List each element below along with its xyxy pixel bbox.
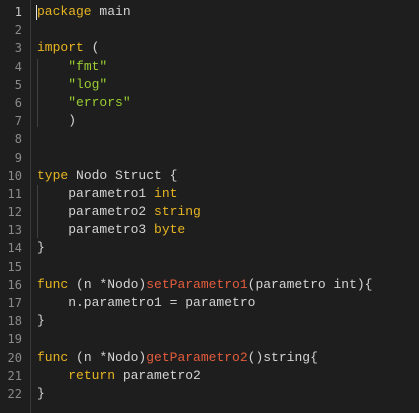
code-line[interactable]: 19 [8, 330, 419, 348]
line-number: 12 [7, 205, 22, 220]
code-token-default [37, 59, 68, 74]
code-token-keyword: import [37, 40, 84, 56]
code-text: return parametro2 [37, 367, 201, 385]
code-text: func (n *Nodo)setParametro1(parametro in… [37, 276, 372, 294]
code-token-default: Nodo Struct { [68, 167, 178, 183]
line-number: 22 [7, 386, 22, 401]
code-text: parametro1 int [37, 185, 177, 203]
code-text: "fmt" [37, 58, 107, 76]
code-text: import ( [37, 39, 99, 57]
line-number: 3 [14, 41, 22, 56]
code-token-string: "log" [68, 76, 108, 92]
code-text: n.parametro1 = parametro [37, 294, 255, 312]
code-line[interactable]: 22} [8, 385, 419, 403]
code-token-default: parametro2 [37, 204, 155, 220]
code-text: package main [37, 3, 131, 21]
code-line[interactable]: 14} [8, 239, 419, 257]
line-number: 15 [7, 259, 22, 274]
code-line[interactable]: 17 n.parametro1 = parametro [8, 294, 419, 312]
code-token-function: getParametro2 [146, 349, 248, 365]
code-token-keyword: func [37, 276, 69, 292]
code-token-default: (n *Nodo) [68, 349, 147, 365]
code-line[interactable]: 1 package main [15, 3, 419, 21]
code-line[interactable]: 11 parametro1 int [8, 185, 419, 203]
code-token-type: string [154, 204, 201, 220]
code-token-default: (n *Nodo) [68, 276, 147, 292]
line-number: 7 [14, 114, 22, 129]
code-line[interactable]: 15 [8, 258, 419, 276]
code-token-string: "fmt" [68, 58, 108, 74]
line-number: 4 [14, 59, 22, 74]
code-token-default: parametro3 [37, 222, 155, 238]
line-number: 13 [7, 223, 22, 238]
code-text: } [37, 312, 45, 330]
line-number: 21 [7, 368, 22, 383]
code-token-default: } [37, 313, 45, 329]
code-line[interactable]: 13 parametro3 byte [8, 221, 419, 239]
code-line[interactable]: 10 type Nodo Struct { [8, 167, 419, 185]
code-text: type Nodo Struct { [37, 167, 177, 185]
code-token-default: } [37, 240, 45, 256]
code-line[interactable]: 8 [15, 130, 419, 148]
code-text: } [37, 385, 45, 403]
code-token-default [37, 77, 68, 92]
code-editor[interactable]: 1 package main 2 3 import (4 "fmt" 5 "log" 6 "… [0, 0, 419, 413]
line-number: 9 [14, 150, 22, 165]
code-line[interactable]: 21 return parametro2 [8, 367, 419, 385]
code-line[interactable]: 2 [15, 21, 419, 39]
code-text: } [37, 239, 45, 257]
code-line[interactable]: 12 parametro2 string [8, 203, 419, 221]
code-token-default: parametro1 [37, 185, 155, 201]
code-text: ) [37, 112, 76, 130]
code-area[interactable]: 1 package main 2 3 import (4 "fmt" 5 "log" 6 "… [8, 3, 419, 403]
code-token-default: parametro2 [115, 367, 201, 383]
code-line[interactable]: 7 ) [15, 112, 419, 130]
code-line[interactable]: 20 func (n *Nodo)getParametro2()string{ [8, 349, 419, 367]
code-token-type: byte [154, 222, 186, 238]
code-token-string: "errors" [68, 94, 131, 110]
line-number: 18 [7, 314, 22, 329]
code-line[interactable]: 6 "errors" [15, 94, 419, 112]
code-line[interactable]: 9 [15, 149, 419, 167]
code-text: parametro2 string [37, 203, 201, 221]
code-token-default: ) [37, 113, 77, 129]
code-line[interactable]: 18} [8, 312, 419, 330]
code-token-default: (parametro int){ [247, 276, 373, 292]
code-line[interactable]: 4 "fmt" [15, 58, 419, 76]
line-number: 1 [14, 5, 22, 19]
code-token-default [37, 368, 68, 383]
code-token-keyword: return [68, 367, 116, 383]
text-cursor [36, 5, 37, 20]
code-token-keyword: func [37, 349, 69, 365]
code-token-default: ()string{ [247, 349, 318, 365]
line-number: 6 [14, 95, 22, 110]
code-token-type: int [154, 185, 178, 201]
code-token-default: n.parametro1 = parametro [37, 295, 256, 310]
line-number: 8 [14, 132, 22, 147]
code-text: "log" [37, 76, 107, 94]
code-token-default [37, 95, 68, 110]
line-number: 10 [7, 168, 22, 183]
code-text: "errors" [37, 94, 131, 112]
line-number: 16 [7, 277, 22, 292]
code-text: func (n *Nodo)getParametro2()string{ [37, 349, 318, 367]
line-number: 20 [7, 350, 22, 365]
line-number: 2 [14, 23, 22, 38]
code-token-keyword: package [37, 4, 92, 19]
code-line[interactable]: 3 import ( [15, 39, 419, 57]
code-text: parametro3 byte [37, 221, 185, 239]
code-line[interactable]: 5 "log" [15, 76, 419, 94]
code-line[interactable]: 16 func (n *Nodo)setParametro1(parametro … [8, 276, 419, 294]
line-number: 17 [7, 296, 22, 310]
line-number: 14 [7, 241, 22, 256]
line-number: 11 [7, 186, 22, 201]
code-token-keyword: type [37, 167, 69, 183]
code-token-default: } [37, 385, 45, 401]
code-token-default: ( [83, 40, 100, 56]
code-token-function: setParametro1 [146, 276, 248, 292]
line-number: 5 [14, 77, 22, 92]
line-number: 19 [7, 332, 22, 347]
code-token-default: main [91, 4, 131, 19]
